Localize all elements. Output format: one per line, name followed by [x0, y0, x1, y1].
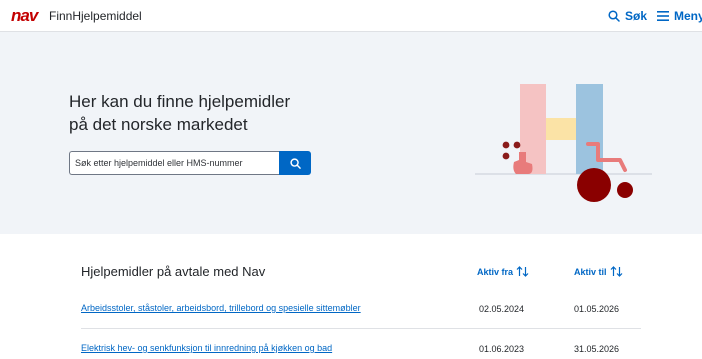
agreement-link[interactable]: Elektrisk hev- og senkfunksjon til innre… — [81, 343, 332, 353]
sort-active-from[interactable]: Aktiv fra — [477, 266, 529, 277]
active-to-value: 01.05.2026 — [574, 304, 620, 314]
table-row: Arbeidsstoler, ståstoler, arbeidsbord, t… — [81, 291, 641, 329]
search-submit-button[interactable] — [279, 151, 311, 175]
hero-illustration — [475, 84, 652, 202]
agreement-link[interactable]: Arbeidsstoler, ståstoler, arbeidsbord, t… — [81, 303, 361, 313]
sort-active-from-label: Aktiv fra — [477, 266, 514, 277]
search-input[interactable] — [69, 151, 279, 175]
sort-icon — [516, 266, 529, 277]
nav-logo[interactable]: nav — [11, 7, 38, 24]
active-to-value: 31.05.2026 — [574, 344, 620, 354]
top-header: nav FinnHjelpemiddel Søk Meny — [0, 0, 702, 32]
table-row: Elektrisk hev- og senkfunksjon til innre… — [81, 329, 641, 359]
hamburger-icon — [657, 11, 669, 21]
sort-active-to[interactable]: Aktiv til — [574, 266, 623, 277]
app-name[interactable]: FinnHjelpemiddel — [49, 9, 142, 23]
search-button[interactable]: Søk — [608, 6, 647, 26]
hero-section: Her kan du finne hjelpemidler på det nor… — [0, 32, 702, 234]
menu-button-label: Meny — [674, 9, 702, 23]
sort-icon — [610, 266, 622, 277]
menu-button[interactable]: Meny — [657, 6, 702, 26]
search-icon — [608, 10, 620, 22]
search-form — [69, 151, 311, 175]
active-from-value: 01.06.2023 — [479, 344, 525, 354]
sort-active-to-label: Aktiv til — [574, 266, 607, 277]
agreements-title: Hjelpemidler på avtale med Nav — [81, 264, 266, 279]
search-icon — [289, 157, 301, 169]
hero-title: Her kan du finne hjelpemidler på det nor… — [69, 92, 291, 134]
search-button-label: Søk — [625, 9, 648, 23]
active-from-value: 02.05.2024 — [479, 304, 525, 314]
